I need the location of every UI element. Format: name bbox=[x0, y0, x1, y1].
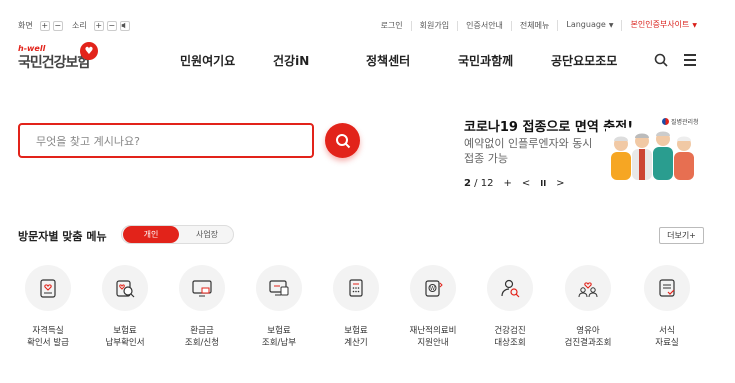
volume-up-button[interactable]: + bbox=[93, 20, 104, 31]
visitor-menu-title: 방문자별 맞춤 메뉴 bbox=[18, 230, 107, 243]
main-search-input[interactable]: 무엇을 찾고 계시나요? bbox=[18, 123, 314, 158]
tab-personal[interactable]: 개인 bbox=[123, 226, 179, 243]
nav-item-policy[interactable]: 정책센터 bbox=[366, 52, 410, 69]
login-link[interactable]: 로그인 bbox=[373, 21, 411, 31]
service-label-line2: 검진결과조회 bbox=[564, 338, 612, 348]
more-button[interactable]: 더보기+ bbox=[659, 227, 704, 244]
service-item[interactable]: 보험료계산기 bbox=[326, 265, 386, 349]
service-label-line2: 조회/납부 bbox=[261, 338, 297, 348]
banner-org-logo: 질병관리청 bbox=[662, 117, 699, 126]
service-label-line2: 자료실 bbox=[655, 338, 679, 348]
nav-item-health-in[interactable]: 건강iN bbox=[273, 52, 309, 69]
banner-next-button[interactable]: > bbox=[556, 178, 564, 189]
search-placeholder: 무엇을 찾고 계시나요? bbox=[36, 134, 140, 148]
service-label-line1: 서식 bbox=[659, 326, 675, 336]
speaker-icon[interactable] bbox=[119, 20, 130, 31]
service-label-line1: 재난적의료비 bbox=[409, 326, 457, 336]
search-button[interactable] bbox=[325, 123, 360, 158]
screen-size-label: 화면 bbox=[18, 21, 33, 30]
signup-link[interactable]: 회원가입 bbox=[410, 20, 457, 31]
language-label: Language bbox=[566, 20, 606, 29]
service-item[interactable]: 보험료납부확인서 bbox=[95, 265, 155, 349]
calculator-icon bbox=[333, 265, 379, 311]
utility-links: 로그인 회원가입 인증서안내 전체메뉴 Language ▼ 본인인증부사이트 ▼ bbox=[373, 20, 705, 31]
sound-control: 소리 + − bbox=[72, 20, 130, 31]
medical-support-icon: W bbox=[410, 265, 456, 311]
service-label-line2: 지원안내 bbox=[417, 338, 449, 348]
banner-org-name: 질병관리청 bbox=[671, 119, 699, 126]
top-utility-bar: 화면 + − 소리 + − 로그인 회원가입 인증서안내 전체메뉴 Langua… bbox=[0, 0, 735, 31]
service-label-line1: 환급금 bbox=[190, 326, 214, 336]
service-item[interactable]: 건강검진대상조회 bbox=[480, 265, 540, 349]
service-label-line1: 보험료 bbox=[344, 326, 368, 336]
chevron-down-icon: ▼ bbox=[692, 22, 697, 29]
service-item[interactable]: 보험료조회/납부 bbox=[249, 265, 309, 349]
nav-item-with-people[interactable]: 국민과함께 bbox=[458, 52, 513, 69]
screen-zoom-in-button[interactable]: + bbox=[39, 20, 50, 31]
nav-item-civil[interactable]: 민원여기요 bbox=[180, 52, 235, 69]
banner-total-pages: / 12 bbox=[474, 178, 494, 189]
banner-pager: 2 / 12 + < II > bbox=[464, 178, 565, 189]
banner-description: 예약없이 인플루엔자와 동시접종 가능 bbox=[464, 137, 593, 165]
service-label-line2: 계산기 bbox=[344, 338, 368, 348]
kdca-logo-icon bbox=[662, 118, 669, 125]
monitor-refund-icon bbox=[179, 265, 225, 311]
nav-item-about[interactable]: 공단요모조모 bbox=[551, 52, 617, 69]
service-label-line1: 건강검진 bbox=[494, 326, 526, 336]
family-heart-icon bbox=[565, 265, 611, 311]
service-label-line1: 자격득실 bbox=[32, 326, 64, 336]
search-document-icon bbox=[102, 265, 148, 311]
service-item[interactable]: 영유아검진결과조회 bbox=[558, 265, 618, 349]
form-document-icon bbox=[644, 265, 690, 311]
banner-prev-button[interactable]: < bbox=[522, 178, 530, 189]
tab-business[interactable]: 사업장 bbox=[180, 226, 234, 243]
chevron-down-icon: ▼ bbox=[608, 22, 614, 29]
service-label-line2: 확인서 발급 bbox=[27, 338, 69, 348]
search-icon bbox=[335, 133, 350, 148]
banner-current-page: 2 bbox=[464, 178, 471, 189]
visitor-type-toggle: 개인 사업장 bbox=[121, 225, 234, 244]
service-item[interactable]: W 재난적의료비지원안내 bbox=[403, 265, 463, 349]
service-label-line2: 대상조회 bbox=[494, 338, 526, 348]
screen-size-control: 화면 + − bbox=[18, 20, 63, 31]
person-search-icon bbox=[487, 265, 533, 311]
svg-text:W: W bbox=[430, 286, 435, 292]
service-item[interactable]: 환급금조회/신청 bbox=[172, 265, 232, 349]
service-label-line2: 조회/신청 bbox=[184, 338, 220, 348]
service-label-line1: 보험료 bbox=[113, 326, 137, 336]
service-label-line1: 보험료 bbox=[267, 326, 291, 336]
search-icon[interactable] bbox=[654, 52, 668, 67]
banner-pause-button[interactable]: II bbox=[540, 179, 546, 188]
volume-down-button[interactable]: − bbox=[106, 20, 117, 31]
hamburger-menu-icon[interactable] bbox=[684, 54, 696, 69]
service-item[interactable]: 자격득실확인서 발급 bbox=[18, 265, 78, 349]
certificate-guide-link[interactable]: 인증서안내 bbox=[457, 20, 511, 31]
family-site-label: 본인인증부사이트 bbox=[630, 20, 690, 29]
main-navigation: 민원여기요 건강iN 정책센터 국민과함께 공단요모조모 bbox=[0, 52, 735, 70]
family-site-select[interactable]: 본인인증부사이트 ▼ bbox=[621, 20, 705, 31]
sound-label: 소리 bbox=[72, 21, 87, 30]
monitor-card-icon bbox=[256, 265, 302, 311]
banner-plus-button[interactable]: + bbox=[503, 178, 511, 189]
vaccination-people-illustration bbox=[606, 128, 704, 180]
service-label-line2: 납부확인서 bbox=[105, 338, 145, 348]
screen-zoom-out-button[interactable]: − bbox=[52, 20, 63, 31]
document-heart-icon bbox=[25, 265, 71, 311]
language-select[interactable]: Language ▼ bbox=[557, 20, 621, 31]
service-item[interactable]: 서식자료실 bbox=[637, 265, 697, 349]
all-menu-link[interactable]: 전체메뉴 bbox=[510, 20, 557, 31]
service-label-line1: 영유아 bbox=[576, 326, 600, 336]
banner-page-indicator: 2 / 12 bbox=[464, 178, 493, 189]
